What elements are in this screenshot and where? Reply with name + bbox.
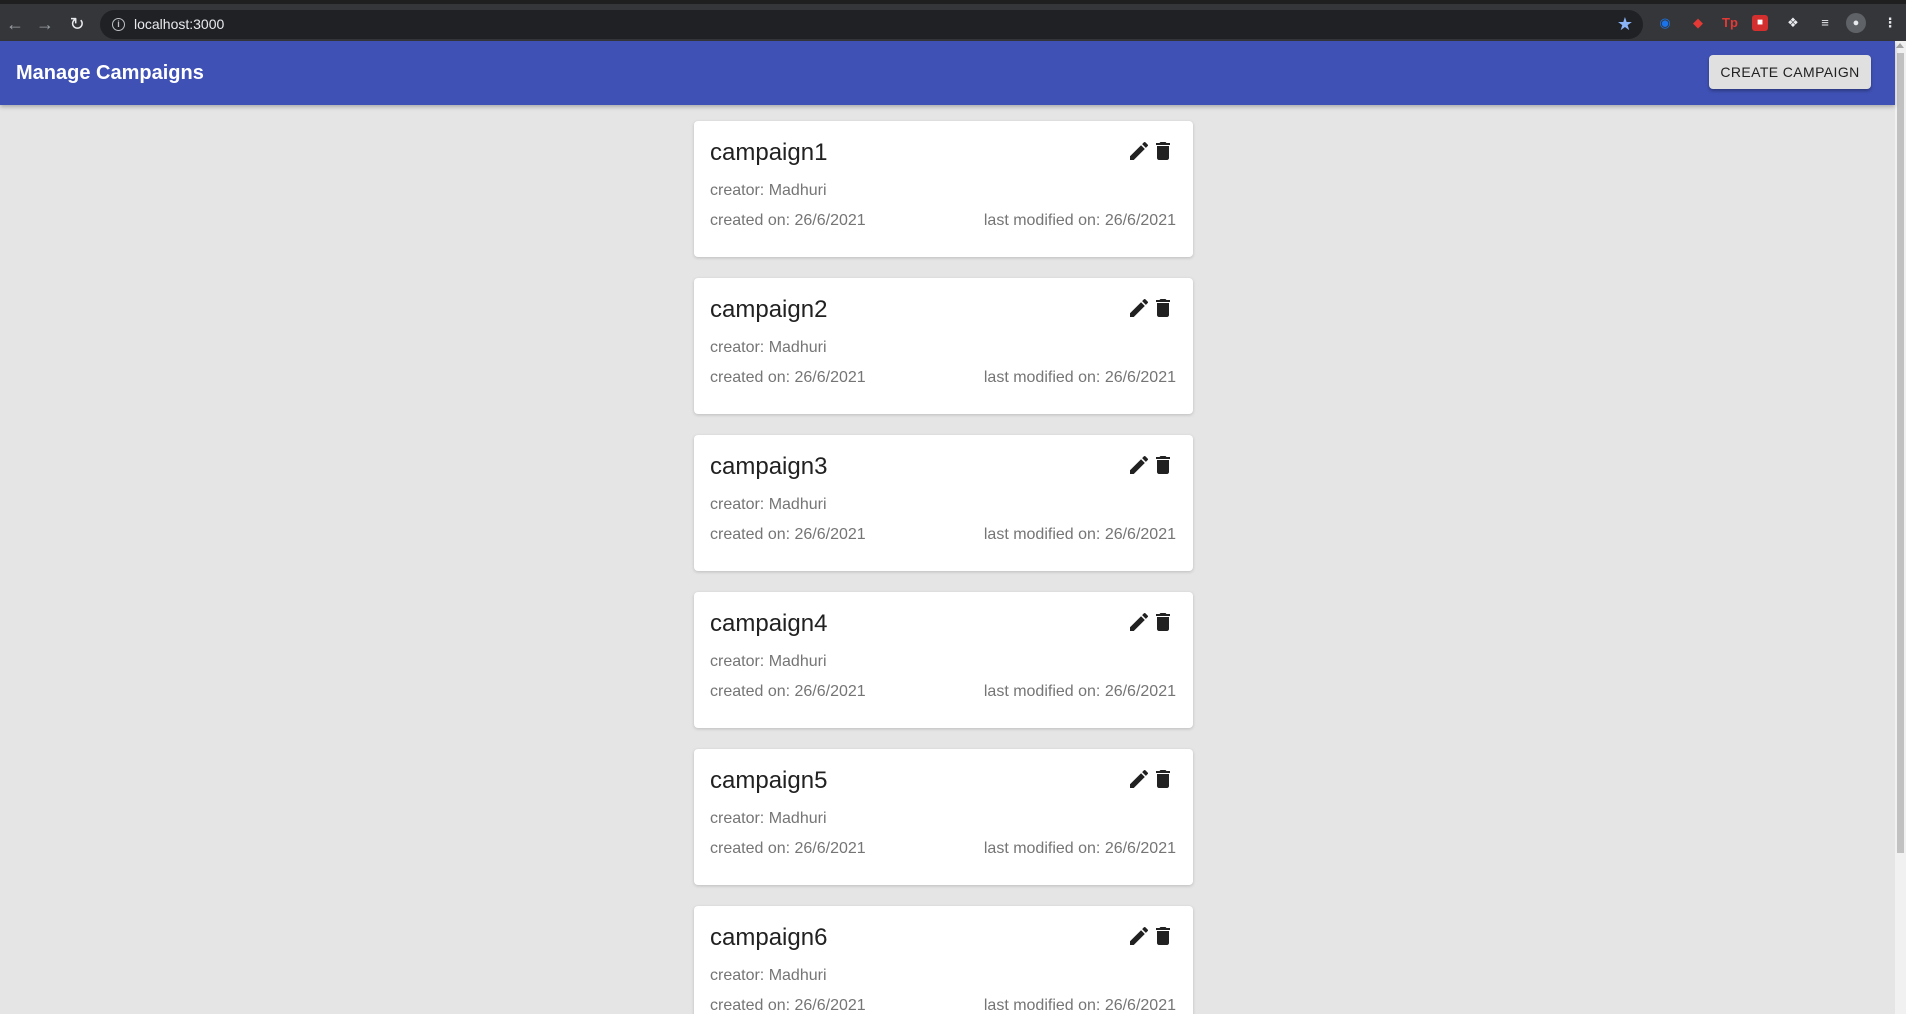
browser-toolbar: ← → ↻ i localhost:3000 ★ ◉ ◆ Tp ■ ❖ ≡ ● … (0, 0, 1906, 41)
delete-icon[interactable] (1151, 453, 1175, 477)
edit-icon[interactable] (1127, 453, 1151, 477)
campaign-card: campaign4 creator: Madhuri created on: 2… (694, 592, 1193, 728)
campaign-card: campaign1 creator: Madhuri created on: 2… (694, 121, 1193, 257)
puzzle-icon[interactable]: ❖ (1783, 13, 1803, 33)
edit-icon[interactable] (1127, 296, 1151, 320)
campaign-modified-date: last modified on: 26/6/2021 (983, 526, 1176, 543)
delete-icon[interactable] (1151, 924, 1175, 948)
campaign-list: campaign1 creator: Madhuri created on: 2… (694, 121, 1193, 1014)
campaign-card: campaign6 creator: Madhuri created on: 2… (694, 906, 1193, 1014)
reading-list-icon[interactable]: ≡ (1815, 13, 1835, 33)
create-campaign-button[interactable]: CREATE CAMPAIGN (1709, 55, 1871, 89)
campaign-created-date: created on: 26/6/2021 (710, 369, 866, 386)
campaign-title: campaign4 (710, 610, 828, 637)
page-title: Manage Campaigns (16, 62, 204, 84)
campaign-title: campaign6 (710, 924, 828, 951)
menu-dots-icon[interactable]: ⋮ (1880, 13, 1900, 33)
bookmark-star-icon[interactable]: ★ (1617, 13, 1633, 35)
campaign-card: campaign3 creator: Madhuri created on: 2… (694, 435, 1193, 571)
campaign-card: campaign2 creator: Madhuri created on: 2… (694, 278, 1193, 414)
campaign-modified-date: last modified on: 26/6/2021 (983, 369, 1176, 386)
extension-icon[interactable]: Tp (1720, 13, 1740, 33)
delete-icon[interactable] (1151, 767, 1175, 791)
campaign-created-date: created on: 26/6/2021 (710, 840, 866, 857)
campaign-modified-date: last modified on: 26/6/2021 (983, 212, 1176, 229)
url-text: localhost:3000 (134, 16, 225, 32)
card-actions (1127, 139, 1177, 163)
campaign-title: campaign5 (710, 767, 828, 794)
campaign-creator: creator: Madhuri (710, 496, 827, 513)
campaign-title: campaign2 (710, 296, 828, 323)
campaign-creator: creator: Madhuri (710, 967, 827, 984)
campaign-title: campaign3 (710, 453, 828, 480)
extension-icon[interactable]: ■ (1752, 15, 1768, 31)
campaign-created-date: created on: 26/6/2021 (710, 683, 866, 700)
forward-icon[interactable]: → (34, 13, 56, 35)
campaign-creator: creator: Madhuri (710, 653, 827, 670)
card-actions (1127, 610, 1177, 634)
page-scrollbar[interactable] (1895, 41, 1906, 1014)
reload-icon[interactable]: ↻ (66, 13, 88, 35)
campaign-created-date: created on: 26/6/2021 (710, 526, 866, 543)
scrollbar-thumb[interactable] (1897, 53, 1904, 853)
delete-icon[interactable] (1151, 296, 1175, 320)
card-actions (1127, 296, 1177, 320)
scroll-up-arrow-icon[interactable] (1896, 43, 1904, 48)
delete-icon[interactable] (1151, 139, 1175, 163)
campaign-creator: creator: Madhuri (710, 810, 827, 827)
campaign-title: campaign1 (710, 139, 828, 166)
avatar[interactable]: ● (1846, 13, 1866, 33)
card-actions (1127, 767, 1177, 791)
campaign-modified-date: last modified on: 26/6/2021 (983, 840, 1176, 857)
card-actions (1127, 453, 1177, 477)
campaign-created-date: created on: 26/6/2021 (710, 997, 866, 1014)
extension-icon[interactable]: ◆ (1688, 13, 1708, 33)
app-header: Manage Campaigns CREATE CAMPAIGN (0, 41, 1895, 105)
edit-icon[interactable] (1127, 924, 1151, 948)
info-icon[interactable]: i (112, 18, 125, 31)
campaign-card: campaign5 creator: Madhuri created on: 2… (694, 749, 1193, 885)
edit-icon[interactable] (1127, 767, 1151, 791)
back-icon[interactable]: ← (4, 13, 26, 35)
extension-icon[interactable]: ◉ (1655, 13, 1675, 33)
campaign-creator: creator: Madhuri (710, 182, 827, 199)
campaign-modified-date: last modified on: 26/6/2021 (983, 997, 1176, 1014)
address-bar[interactable]: i localhost:3000 ★ (100, 10, 1643, 39)
campaign-modified-date: last modified on: 26/6/2021 (983, 683, 1176, 700)
card-actions (1127, 924, 1177, 948)
campaign-created-date: created on: 26/6/2021 (710, 212, 866, 229)
edit-icon[interactable] (1127, 139, 1151, 163)
delete-icon[interactable] (1151, 610, 1175, 634)
campaign-creator: creator: Madhuri (710, 339, 827, 356)
edit-icon[interactable] (1127, 610, 1151, 634)
